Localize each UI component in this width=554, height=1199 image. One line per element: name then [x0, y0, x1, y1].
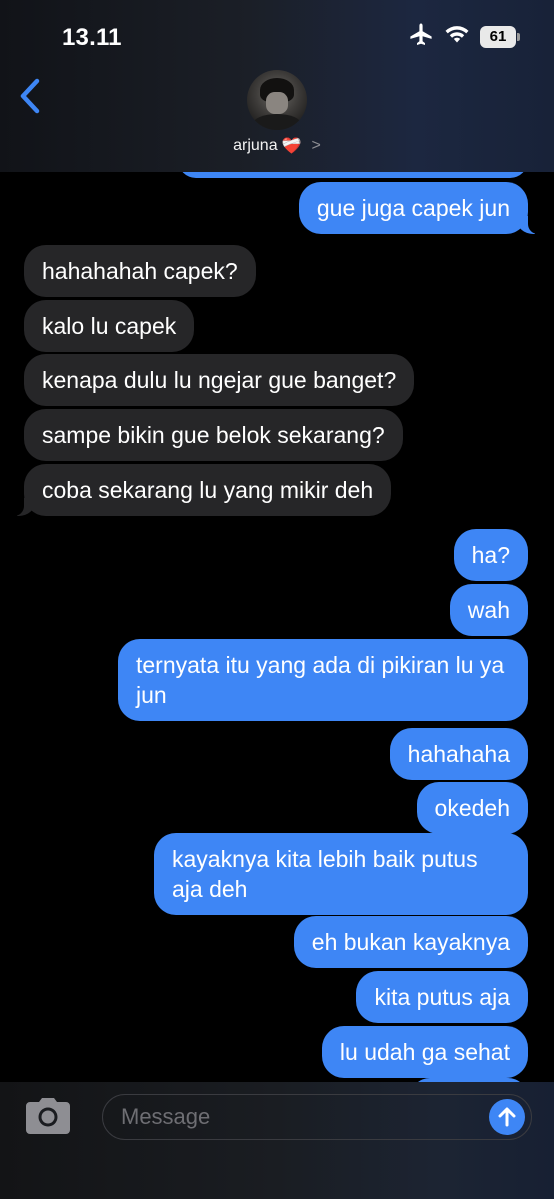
contact-emoji: ❤️‍🩹 [281, 138, 302, 155]
contact-name: arjuna [233, 137, 278, 154]
battery-icon: 61 [480, 25, 520, 48]
airplane-icon [408, 22, 434, 51]
message-bubble-sent[interactable]: eh bukan kayaknya [293, 916, 528, 968]
battery-level: 61 [489, 28, 507, 45]
status-icons: 61 [408, 22, 520, 51]
message-bubble-received[interactable]: kalo lu capek [24, 300, 195, 352]
contact-avatar[interactable] [247, 70, 307, 130]
message-bubble-sent[interactable]: lu udah ga sehat [321, 1026, 528, 1078]
contact-name-button[interactable]: arjuna ❤️‍🩹 > [0, 136, 554, 156]
message-bubble-sent[interactable]: kayaknya kita lebih baik putus aja deh [154, 833, 528, 915]
message-bubble-sent[interactable]: ternyata itu yang ada di pikiran lu ya j… [118, 639, 528, 721]
message-input[interactable] [121, 1095, 481, 1139]
message-bubble-received[interactable]: hahahahah capek? [24, 245, 256, 297]
back-button[interactable] [14, 76, 48, 116]
message-list[interactable]: gue juga capek jun hahahahah capek? kalo… [0, 172, 554, 1082]
message-bubble-received[interactable]: sampe bikin gue belok sekarang? [24, 409, 403, 461]
wifi-icon [444, 24, 470, 49]
message-bubble-sent[interactable] [178, 172, 528, 178]
chevron-right-icon: > [311, 137, 321, 154]
message-bubble-sent[interactable]: kita putus aja [356, 971, 528, 1023]
message-bubble-received[interactable]: kenapa dulu lu ngejar gue banget? [24, 354, 415, 406]
conversation-header: 13.11 61 arjuna ❤️‍🩹 > [0, 0, 554, 172]
camera-button[interactable] [22, 1096, 74, 1136]
message-field[interactable] [102, 1094, 532, 1140]
status-time: 13.11 [62, 24, 122, 51]
chevron-left-icon [20, 78, 40, 114]
message-bubble-sent[interactable]: wah [449, 584, 528, 636]
message-bubble-sent[interactable]: hahahaha [389, 728, 528, 780]
message-bubble-sent[interactable]: gue juga capek jun [298, 182, 543, 234]
composer-bar [0, 1082, 554, 1199]
camera-icon [26, 1098, 70, 1134]
message-bubble-received[interactable]: coba sekarang lu yang mikir deh [9, 464, 392, 516]
send-button[interactable] [489, 1099, 525, 1135]
message-bubble-sent[interactable]: okedeh [416, 782, 528, 834]
message-bubble-sent[interactable]: ha? [453, 529, 528, 581]
arrow-up-icon [498, 1107, 516, 1127]
